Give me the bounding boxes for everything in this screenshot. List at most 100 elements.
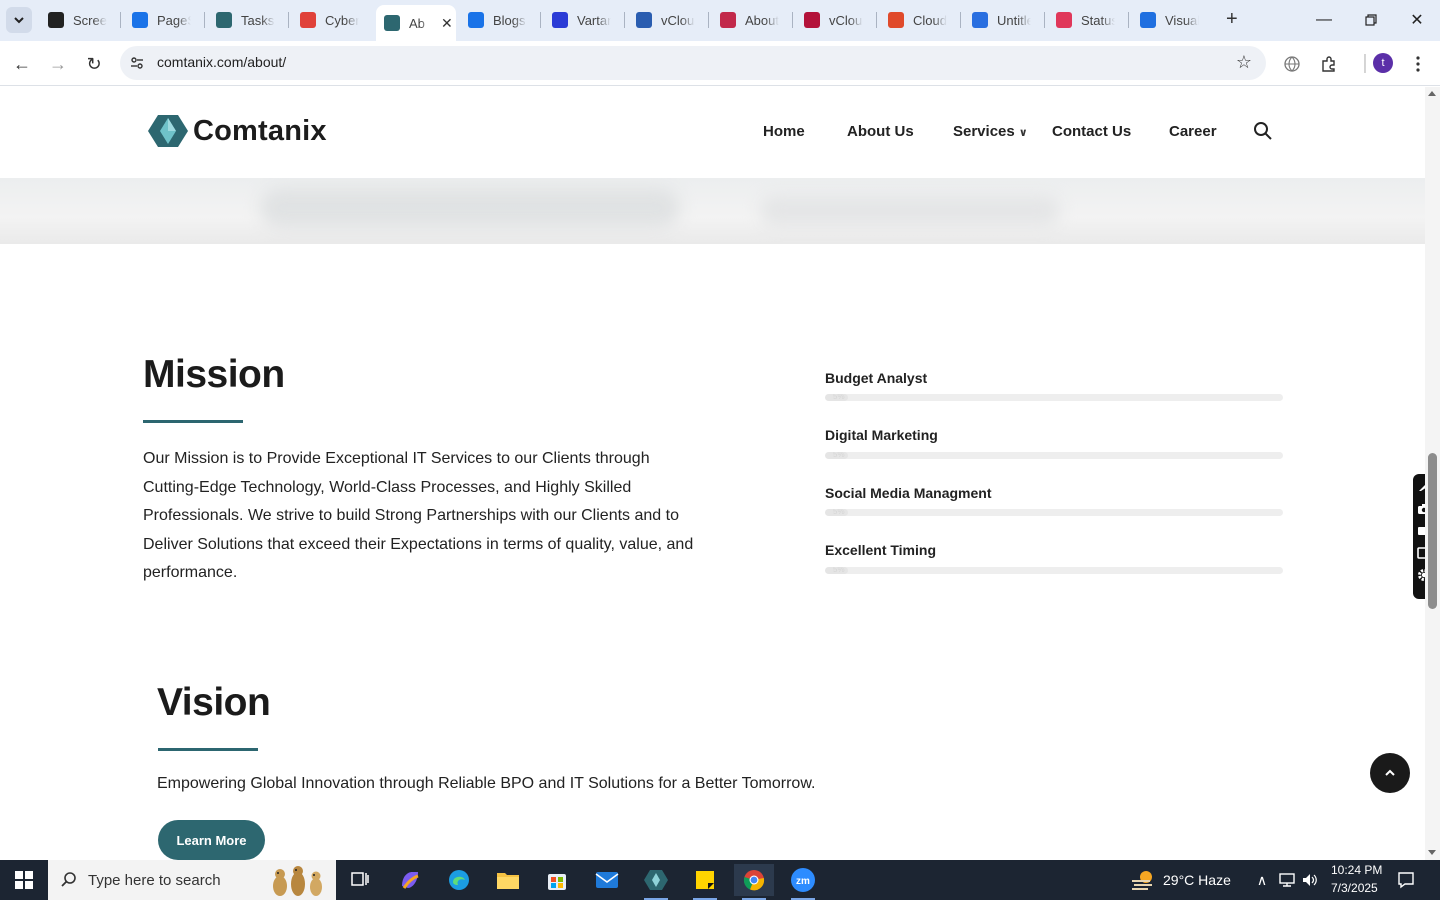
close-tab-icon[interactable]: ✕ bbox=[441, 15, 453, 32]
video-camera-icon[interactable] bbox=[1416, 520, 1425, 542]
taskbar-search-box[interactable]: Type here to search bbox=[48, 860, 336, 900]
browser-tab[interactable]: About bbox=[720, 7, 779, 33]
browser-tab[interactable]: vCloud bbox=[636, 7, 695, 33]
notifications-icon[interactable] bbox=[1397, 871, 1415, 889]
site-info-icon[interactable] bbox=[128, 54, 146, 72]
scroll-down-arrow[interactable] bbox=[1428, 850, 1436, 855]
volume-icon[interactable] bbox=[1301, 871, 1319, 889]
mission-underline bbox=[143, 420, 243, 423]
tab-title: PageSp bbox=[157, 12, 191, 28]
camera-icon[interactable] bbox=[1416, 498, 1425, 520]
site-logo[interactable]: Comtanix bbox=[148, 111, 327, 151]
chrome-icon bbox=[743, 870, 765, 891]
browser-tab[interactable]: Cybers bbox=[300, 7, 359, 33]
start-button[interactable] bbox=[0, 860, 48, 900]
cloud-icon bbox=[888, 12, 904, 28]
browser-tab[interactable]: Blogs - bbox=[468, 7, 527, 33]
gear-icon[interactable] bbox=[1416, 564, 1425, 586]
browser-tab[interactable]: Screen bbox=[48, 7, 107, 33]
url-text[interactable]: comtanix.com/about/ bbox=[157, 54, 286, 70]
weather-haze-icon bbox=[1132, 871, 1152, 890]
vision-underline bbox=[158, 748, 258, 751]
tab-title: Blogs - bbox=[493, 12, 527, 28]
taskbar-app-mail[interactable] bbox=[587, 864, 627, 896]
search-icon[interactable] bbox=[1253, 121, 1273, 141]
nav-services[interactable]: Services ∨ bbox=[953, 123, 1028, 140]
folder-icon bbox=[497, 873, 519, 889]
taskbar-app-store[interactable] bbox=[537, 864, 577, 896]
weather-text[interactable]: 29°C Haze bbox=[1163, 872, 1231, 888]
tab-title: Screen bbox=[73, 12, 107, 28]
new-tab-button[interactable]: + bbox=[1226, 9, 1238, 29]
taskbar-app-chrome[interactable] bbox=[734, 864, 774, 900]
close-window-button[interactable]: ✕ bbox=[1394, 8, 1440, 32]
mission-paragraph: Our Mission is to Provide Exceptional IT… bbox=[143, 450, 694, 582]
skill-percent: 5% bbox=[833, 509, 845, 516]
skill-progress-bar: 5% bbox=[825, 567, 1283, 574]
chevron-down-icon: ∨ bbox=[1018, 127, 1028, 139]
nav-home[interactable]: Home bbox=[763, 123, 805, 140]
scroll-up-arrow[interactable] bbox=[1428, 91, 1436, 96]
tab-title: vCloud bbox=[829, 12, 863, 28]
forward-button[interactable]: → bbox=[45, 51, 71, 77]
profile-avatar[interactable]: t bbox=[1373, 53, 1393, 73]
mission-heading: Mission bbox=[143, 353, 285, 396]
browser-tab[interactable]: vCloud bbox=[804, 7, 863, 33]
tab-separator bbox=[876, 12, 877, 28]
reload-button[interactable]: ↻ bbox=[81, 51, 107, 77]
translate-icon[interactable] bbox=[1281, 53, 1303, 75]
bookmark-star-icon[interactable]: ☆ bbox=[1236, 52, 1252, 73]
pagespeed-icon bbox=[132, 12, 148, 28]
nav-career[interactable]: Career bbox=[1169, 123, 1217, 140]
browser-tab[interactable]: Tasks bbox=[216, 7, 275, 33]
taskbar-app-comtanix[interactable] bbox=[636, 864, 676, 900]
tab-title: Vartan bbox=[577, 12, 611, 28]
svg-text:zm: zm bbox=[796, 876, 810, 887]
tab-title: Cybers bbox=[325, 12, 359, 28]
back-to-top-button[interactable] bbox=[1370, 753, 1410, 793]
windows-logo-icon bbox=[15, 871, 33, 889]
menu-kebab-icon[interactable] bbox=[1407, 53, 1429, 75]
edge-icon bbox=[449, 870, 469, 890]
scroll-thumb[interactable] bbox=[1428, 453, 1437, 609]
clock-time[interactable]: 10:24 PM bbox=[1331, 863, 1382, 877]
arrow-right-icon: → bbox=[49, 53, 67, 74]
tab-title: About bbox=[745, 12, 779, 28]
browser-tab[interactable]: Untitle bbox=[972, 7, 1031, 33]
draw-icon[interactable] bbox=[1416, 476, 1425, 498]
nav-contact-us[interactable]: Contact Us bbox=[1052, 123, 1131, 140]
task-view-button[interactable] bbox=[340, 864, 380, 896]
hero-banner-image bbox=[0, 178, 1425, 244]
tab-active[interactable]: Ab ✕ bbox=[376, 5, 456, 41]
search-placeholder: Type here to search bbox=[88, 872, 221, 889]
logo-text: Comtanix bbox=[193, 114, 327, 147]
taskbar-app-file-explorer[interactable] bbox=[488, 864, 528, 896]
page-scrollbar[interactable] bbox=[1425, 87, 1440, 860]
network-icon[interactable] bbox=[1278, 871, 1296, 889]
chevron-up-icon bbox=[1385, 769, 1395, 776]
browser-tab[interactable]: PageSp bbox=[132, 7, 191, 33]
screen-icon[interactable] bbox=[1416, 542, 1425, 564]
taskbar-app-edge[interactable] bbox=[439, 864, 479, 896]
back-button[interactable]: ← bbox=[9, 51, 35, 77]
tab-title: Untitle bbox=[997, 12, 1031, 28]
taskbar-app-zoom[interactable]: zm bbox=[783, 864, 823, 900]
minimize-icon: — bbox=[1316, 11, 1332, 28]
browser-tab[interactable]: Vartan bbox=[552, 7, 611, 33]
browser-tab[interactable]: Visualp bbox=[1140, 7, 1199, 33]
clock-date[interactable]: 7/3/2025 bbox=[1331, 881, 1378, 895]
skill-progress-bar: 5% bbox=[825, 452, 1283, 459]
taskbar-app-sticky-notes[interactable] bbox=[685, 864, 725, 900]
restore-button[interactable] bbox=[1348, 8, 1394, 32]
nav-about-us[interactable]: About Us bbox=[847, 123, 914, 140]
browser-tab[interactable]: StatusC bbox=[1056, 7, 1115, 33]
tab-search-button[interactable] bbox=[6, 7, 32, 33]
learn-more-button[interactable]: Learn More bbox=[158, 820, 265, 860]
extensions-icon[interactable] bbox=[1318, 53, 1340, 75]
browser-tab[interactable]: Cloud bbox=[888, 7, 947, 33]
address-bar[interactable]: comtanix.com/about/ ☆ bbox=[120, 46, 1266, 80]
minimize-button[interactable]: — bbox=[1301, 8, 1347, 32]
chevron-up-icon[interactable]: ∧ bbox=[1253, 871, 1271, 889]
taskbar-app-copilot[interactable] bbox=[390, 864, 430, 896]
vartana-icon bbox=[552, 12, 568, 28]
